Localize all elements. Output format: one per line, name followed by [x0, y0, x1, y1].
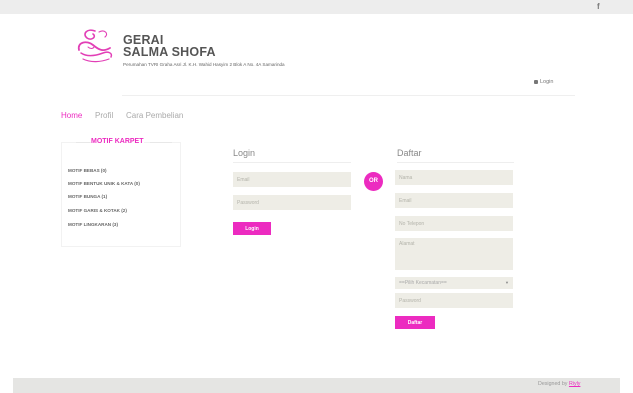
- author-link[interactable]: Riyly: [569, 381, 580, 387]
- login-password-input[interactable]: [233, 195, 351, 210]
- register-phone-input[interactable]: [395, 216, 513, 231]
- header-login-link[interactable]: Login: [534, 79, 553, 85]
- category-link-garis-kotak[interactable]: MOTIF GARIS & KOTAK (2): [68, 208, 127, 213]
- sidebar-title-line-right: [150, 142, 172, 143]
- top-bar: [0, 0, 633, 14]
- register-password-input[interactable]: [395, 293, 513, 308]
- login-heading: Login: [233, 148, 256, 158]
- header-login-label: Login: [540, 79, 554, 85]
- nav-profil-link[interactable]: Profil: [95, 111, 113, 120]
- sidebar-title: MOTIF KARPET: [91, 138, 144, 145]
- login-heading-divider: [233, 162, 351, 163]
- register-district-select[interactable]: ==Pilih Kecamatan== ▼: [395, 277, 513, 289]
- login-submit-button[interactable]: Login: [233, 222, 271, 235]
- category-link-bunga[interactable]: MOTIF BUNGA (1): [68, 194, 107, 199]
- or-separator-badge: OR: [364, 172, 383, 191]
- facebook-icon[interactable]: f: [597, 2, 600, 11]
- lock-icon: [534, 79, 538, 84]
- header-divider: [122, 95, 575, 96]
- register-address-textarea[interactable]: [395, 238, 513, 270]
- login-email-input[interactable]: [233, 172, 351, 187]
- nav-cara-pembelian-link[interactable]: Cara Pembelian: [126, 111, 183, 120]
- category-link-bebas[interactable]: MOTIF BEBAS (0): [68, 168, 107, 173]
- register-email-input[interactable]: [395, 193, 513, 208]
- register-submit-button[interactable]: Daftar: [395, 316, 435, 329]
- district-selected-value: ==Pilih Kecamatan==: [399, 280, 447, 286]
- register-name-input[interactable]: [395, 170, 513, 185]
- footer-credit: Designed by Riyly: [538, 381, 580, 387]
- store-address: Perumahan TVRI Graha Asri Jl. K.H. Wahid…: [123, 62, 285, 67]
- designed-by-label: Designed by: [538, 381, 568, 387]
- nav-home-link[interactable]: Home: [61, 111, 82, 120]
- category-link-lingkaran[interactable]: MOTIF LINGKARAN (3): [68, 222, 118, 227]
- chevron-down-icon: ▼: [505, 280, 509, 285]
- brand-title-line2: SALMA SHOFA: [123, 45, 216, 59]
- footer-bar: [13, 378, 620, 393]
- category-link-bentuk-unik[interactable]: MOTIF BENTUK UNIK & KATA (0): [68, 181, 140, 186]
- sidebar-title-line-left: [76, 142, 90, 143]
- register-heading: Daftar: [397, 148, 422, 158]
- register-heading-divider: [397, 162, 514, 163]
- logo-swirl-icon: [77, 29, 113, 63]
